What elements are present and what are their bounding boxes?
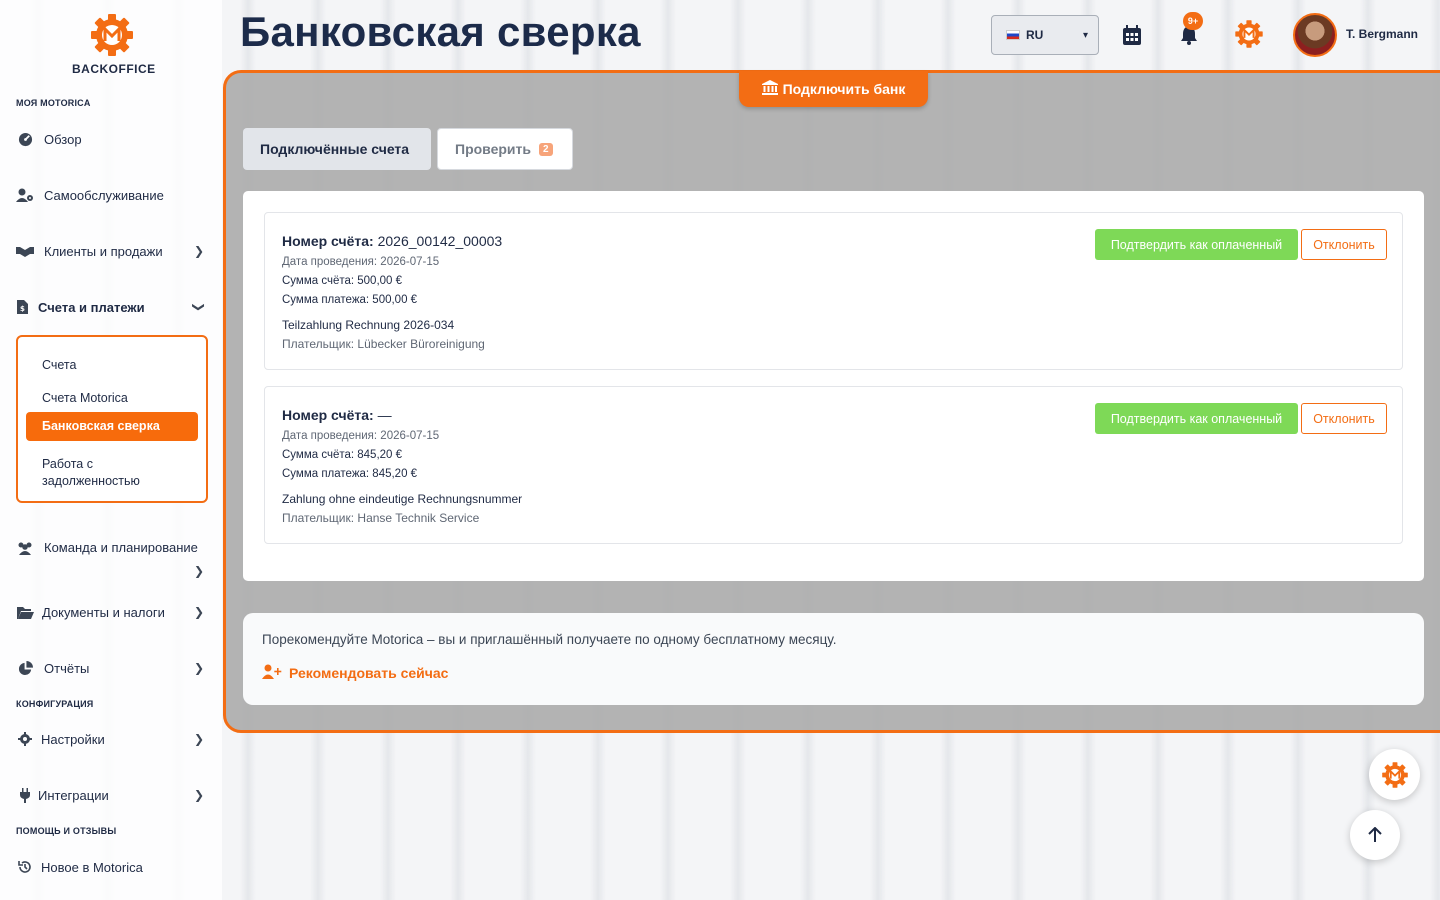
page-title: Банковская сверка: [240, 8, 641, 55]
logo[interactable]: BACKOFFICE: [72, 12, 156, 76]
booking-date: Дата проведения: 2026-07-15: [282, 430, 440, 442]
transaction-item: Номер счёта: — Дата проведения: 2026-07-…: [264, 386, 1403, 544]
chevron-right-icon: ❯: [193, 244, 204, 258]
tab-connected-accounts[interactable]: Подключённые счета: [243, 128, 431, 170]
sidebar-item-clients[interactable]: Клиенты и продажи ❯: [16, 239, 212, 263]
sidebar-item-team[interactable]: Команда и планирование ❯: [16, 536, 212, 584]
scroll-to-top-button[interactable]: [1350, 810, 1400, 860]
chevron-down-icon: ❯: [191, 301, 206, 313]
language-select[interactable]: RU ▾: [991, 15, 1099, 55]
payer: Плательщик: Lübecker Büroreinigung: [282, 337, 485, 351]
motorica-gear-icon: [1235, 20, 1263, 48]
confirm-paid-button[interactable]: Подтвердить как оплаченный: [1095, 403, 1298, 434]
language-value: RU: [1026, 28, 1044, 42]
payment-reference: Zahlung ohne eindeutige Rechnungsnummer: [282, 492, 523, 506]
motorica-gear-icon: [91, 14, 133, 56]
motorica-assistant-button[interactable]: [1369, 749, 1420, 800]
users-icon: [16, 539, 34, 557]
account-number: Номер счёта: —: [282, 407, 392, 423]
review-count-badge: 2: [539, 142, 553, 156]
chevron-down-icon: ▾: [1082, 29, 1088, 41]
tab-label: Проверить: [455, 141, 531, 157]
submenu-item-motorica-invoices[interactable]: Счета Motorica: [26, 384, 198, 413]
reject-button[interactable]: Отклонить: [1301, 403, 1387, 434]
section-configuration: КОНФИГУРАЦИЯ: [16, 699, 94, 709]
username[interactable]: T. Bergmann: [1346, 27, 1418, 41]
user-plus-icon: [262, 664, 282, 682]
sidebar-item-label: Команда и планирование: [44, 540, 198, 555]
history-icon: [16, 858, 34, 876]
chevron-right-icon: ❯: [193, 564, 204, 578]
confirm-paid-button[interactable]: Подтвердить как оплаченный: [1095, 229, 1298, 260]
sidebar-item-label: Новое в Motorica: [41, 859, 143, 875]
payer: Плательщик: Hanse Technik Service: [282, 511, 480, 525]
sidebar-item-settings[interactable]: Настройки ❯: [16, 727, 212, 751]
sidebar-item-selfservice[interactable]: Самообслуживание: [16, 183, 212, 207]
submenu-item-debt-management[interactable]: Работа с задолженностью: [26, 450, 176, 496]
sidebar-item-reports[interactable]: Отчёты ❯: [16, 656, 212, 680]
avatar[interactable]: [1293, 13, 1337, 57]
invoice-amount: Сумма счёта: 500,00 €: [282, 275, 403, 287]
chevron-right-icon: ❯: [193, 788, 204, 802]
booking-date: Дата проведения: 2026-07-15: [282, 256, 440, 268]
invoices-submenu: Счета Счета Motorica Банковская сверка Р…: [16, 335, 208, 503]
notification-badge: 9+: [1183, 12, 1203, 30]
payment-amount: Сумма платежа: 500,00 €: [282, 294, 418, 306]
pie-chart-icon: [16, 659, 34, 677]
connect-bank-button[interactable]: Подключить банк: [739, 71, 928, 107]
sidebar-item-label: Клиенты и продажи: [44, 243, 163, 259]
bank-icon: [761, 80, 778, 98]
logo-text: BACKOFFICE: [72, 62, 156, 76]
submenu-item-invoices[interactable]: Счета: [26, 351, 198, 380]
plug-icon: [16, 786, 34, 804]
sidebar-item-documents[interactable]: Документы и налоги ❯: [16, 600, 212, 624]
user-gear-icon: [16, 186, 34, 204]
folder-open-icon: [16, 603, 34, 621]
russian-flag-icon: [1006, 30, 1020, 40]
chevron-right-icon: ❯: [193, 605, 204, 619]
account-number: Номер счёта: 2026_00142_00003: [282, 233, 503, 249]
sidebar-item-label: Счета и платежи: [38, 299, 145, 315]
sidebar-item-label: Документы и налоги: [42, 604, 165, 620]
sidebar-item-overview[interactable]: Обзор: [16, 127, 212, 151]
tab-review[interactable]: Проверить 2: [437, 128, 573, 170]
referral-text: Порекомендуйте Motorica – вы и приглашён…: [262, 632, 837, 647]
chevron-right-icon: ❯: [193, 661, 204, 675]
arrow-up-icon: [1368, 827, 1382, 842]
invoice-icon: $: [16, 298, 28, 316]
sidebar-item-label: Интеграции: [38, 787, 109, 803]
section-help: ПОМОЩЬ И ОТЗЫВЫ: [16, 826, 117, 836]
gear-icon: [16, 730, 34, 748]
submenu-item-bank-reconciliation[interactable]: Банковская сверка: [26, 412, 198, 441]
transaction-item: Номер счёта: 2026_00142_00003 Дата прове…: [264, 212, 1403, 370]
handshake-icon: [16, 242, 34, 260]
sidebar-item-label: Самообслуживание: [44, 187, 164, 203]
section-my-motorica: МОЯ MOTORICA: [16, 98, 91, 108]
dashboard-icon: [16, 130, 34, 148]
payment-amount: Сумма платежа: 845,20 €: [282, 468, 418, 480]
invoice-amount: Сумма счёта: 845,20 €: [282, 449, 403, 461]
motorica-gear-icon: [1381, 761, 1408, 788]
calendar-button[interactable]: [1119, 22, 1145, 48]
referral-card: Порекомендуйте Motorica – вы и приглашён…: [243, 613, 1424, 705]
sidebar-item-whatsnew[interactable]: Новое в Motorica: [16, 855, 212, 879]
sidebar-item-label: Отчёты: [44, 660, 90, 676]
refer-now-label: Рекомендовать сейчас: [289, 665, 449, 681]
payment-reference: Teilzahlung Rechnung 2026-034: [282, 318, 455, 332]
calendar-icon: [1123, 25, 1141, 45]
reject-button[interactable]: Отклонить: [1301, 229, 1387, 260]
sidebar: BACKOFFICE МОЯ MOTORICA Обзор Самообслуж…: [0, 0, 222, 900]
chevron-right-icon: ❯: [193, 732, 204, 746]
refer-now-link[interactable]: Рекомендовать сейчас: [262, 664, 448, 682]
sidebar-item-invoices[interactable]: $ Счета и платежи ❯: [16, 295, 212, 319]
sidebar-item-label: Обзор: [44, 131, 82, 147]
tab-label: Подключённые счета: [260, 141, 410, 157]
sidebar-item-label: Настройки: [41, 731, 105, 747]
svg-text:$: $: [20, 305, 25, 313]
motorica-app-button[interactable]: [1234, 19, 1264, 49]
connect-bank-label: Подключить банк: [782, 81, 906, 97]
sidebar-item-integrations[interactable]: Интеграции ❯: [16, 783, 212, 807]
